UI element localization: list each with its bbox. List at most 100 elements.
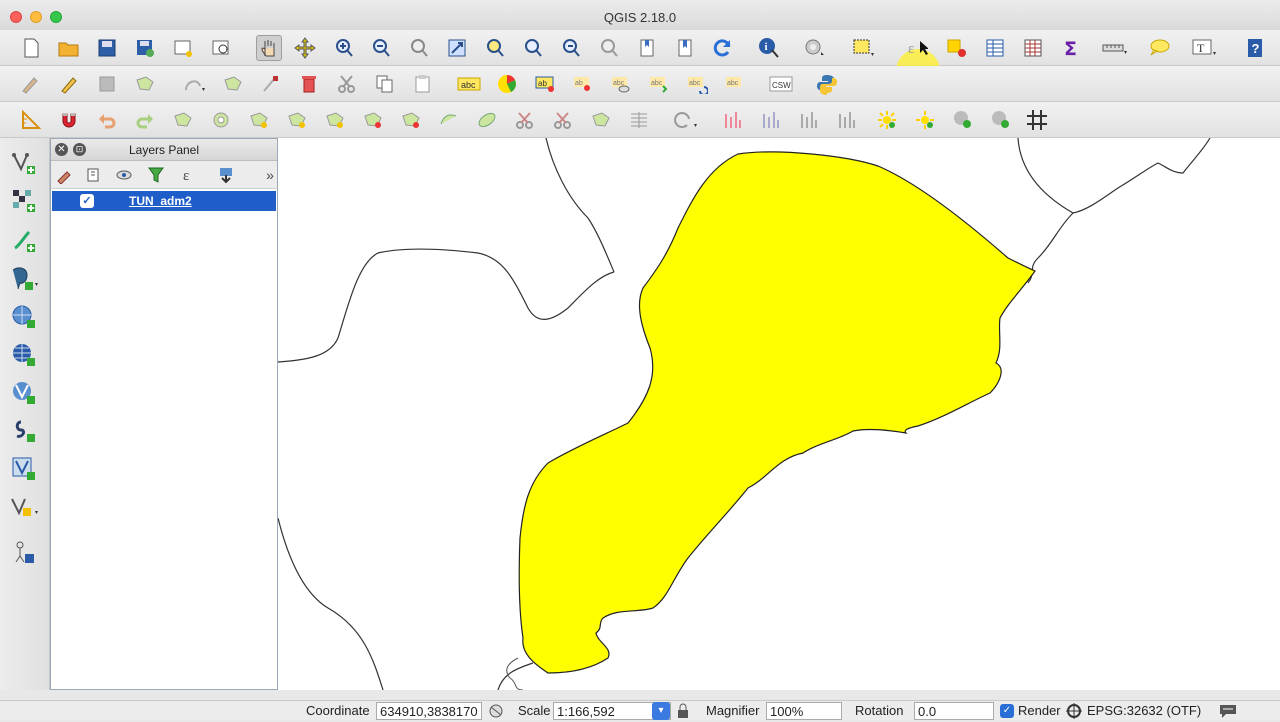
zoom-last-icon[interactable] bbox=[558, 35, 584, 61]
add-ellipse-icon[interactable] bbox=[950, 107, 976, 133]
run-feature-action-icon[interactable] bbox=[802, 35, 828, 61]
measure-line-icon[interactable] bbox=[1102, 35, 1128, 61]
help-icon[interactable]: ? bbox=[1242, 35, 1268, 61]
grid-icon[interactable] bbox=[1024, 107, 1050, 133]
add-circular-string-icon[interactable] bbox=[182, 71, 208, 97]
vertex-editor-icon[interactable] bbox=[796, 107, 822, 133]
toggle-editing-icon[interactable] bbox=[56, 71, 82, 97]
add-wcs-layer-icon[interactable] bbox=[7, 340, 41, 370]
save-layer-edits-icon[interactable] bbox=[94, 71, 120, 97]
magnifier-spinbox[interactable]: 100% bbox=[766, 702, 842, 720]
add-postgis-layer-icon[interactable] bbox=[7, 264, 41, 294]
add-part-icon[interactable] bbox=[246, 107, 272, 133]
advanced-digitizing-icon[interactable] bbox=[18, 107, 44, 133]
highlight-pinned-labels-icon[interactable]: ab bbox=[532, 71, 558, 97]
expand-all-icon[interactable] bbox=[217, 166, 235, 184]
manage-map-themes-icon[interactable] bbox=[115, 166, 133, 184]
zoom-in-icon[interactable] bbox=[331, 35, 357, 61]
render-checkbox[interactable]: ✓ bbox=[1000, 704, 1014, 718]
undo-icon[interactable] bbox=[94, 107, 120, 133]
zoom-next-icon[interactable] bbox=[596, 35, 622, 61]
current-edits-icon[interactable] bbox=[18, 71, 44, 97]
new-shapefile-layer-icon[interactable] bbox=[7, 492, 41, 522]
filter-legend-icon[interactable] bbox=[147, 166, 165, 184]
paste-features-icon[interactable] bbox=[410, 71, 436, 97]
pin-labels-icon[interactable]: ab bbox=[570, 71, 596, 97]
add-virtual-layer-icon[interactable] bbox=[7, 454, 41, 484]
rotate-feature-icon[interactable] bbox=[672, 107, 698, 133]
save-project-icon[interactable] bbox=[94, 35, 120, 61]
split-features-icon[interactable] bbox=[474, 107, 500, 133]
open-layer-styling-icon[interactable] bbox=[55, 166, 73, 184]
identify-features-icon[interactable]: i bbox=[756, 35, 782, 61]
split-parts-icon[interactable] bbox=[512, 107, 538, 133]
csw-icon[interactable]: CSW bbox=[768, 71, 794, 97]
delete-part-icon[interactable] bbox=[360, 107, 386, 133]
fill-ring-icon[interactable] bbox=[284, 107, 310, 133]
coordinate-field[interactable]: 634910,3838170 bbox=[376, 702, 482, 720]
zoom-to-selection-icon[interactable] bbox=[482, 35, 508, 61]
zoom-out-icon[interactable] bbox=[368, 35, 394, 61]
filter-by-expression-icon[interactable]: ε bbox=[181, 166, 199, 184]
composer-manager-icon[interactable] bbox=[208, 35, 234, 61]
layer-item-tun-adm2[interactable]: ✓ TUN_adm2 bbox=[52, 191, 276, 211]
rotate-point-symbols-icon[interactable] bbox=[626, 107, 652, 133]
snapping-icon[interactable] bbox=[56, 107, 82, 133]
move-label-icon[interactable]: abc bbox=[646, 71, 672, 97]
add-group-icon[interactable] bbox=[85, 166, 103, 184]
toggle-extents-icon[interactable] bbox=[487, 703, 507, 719]
merge-attributes-icon[interactable] bbox=[588, 107, 614, 133]
delete-selected-icon[interactable] bbox=[296, 71, 322, 97]
layer-labeling-icon[interactable]: abc bbox=[456, 71, 482, 97]
align-rasters-icon[interactable] bbox=[720, 107, 746, 133]
add-delimited-text-layer-icon[interactable] bbox=[7, 416, 41, 446]
merge-features-icon[interactable] bbox=[550, 107, 576, 133]
node-tool-icon[interactable] bbox=[258, 71, 284, 97]
crs-icon[interactable] bbox=[1066, 703, 1082, 722]
new-print-composer-icon[interactable] bbox=[170, 35, 196, 61]
add-vector-layer-icon[interactable] bbox=[7, 148, 41, 178]
redo-icon[interactable] bbox=[132, 107, 158, 133]
field-calculator-icon[interactable] bbox=[1020, 35, 1046, 61]
save-as-icon[interactable] bbox=[132, 35, 158, 61]
rotate-label-icon[interactable]: abc bbox=[684, 71, 710, 97]
open-attribute-table-icon[interactable] bbox=[982, 35, 1008, 61]
move-feature-icon[interactable] bbox=[220, 71, 246, 97]
add-ring-icon[interactable] bbox=[208, 107, 234, 133]
offset-curve-icon[interactable] bbox=[436, 107, 462, 133]
add-wms-layer-icon[interactable] bbox=[7, 302, 41, 332]
map-tips-icon[interactable] bbox=[1146, 35, 1172, 61]
show-bookmarks-icon[interactable] bbox=[672, 35, 698, 61]
zoom-to-layer-icon[interactable] bbox=[520, 35, 546, 61]
zoom-native-icon[interactable] bbox=[406, 35, 432, 61]
add-wfs-layer-icon[interactable] bbox=[7, 378, 41, 408]
show-hide-labels-icon[interactable]: abc bbox=[608, 71, 634, 97]
simplify-feature-icon[interactable] bbox=[170, 107, 196, 133]
new-bookmark-icon[interactable] bbox=[634, 35, 660, 61]
select-features-icon[interactable] bbox=[850, 35, 876, 61]
more-options-icon[interactable]: » bbox=[261, 166, 279, 184]
scale-lock-icon[interactable] bbox=[676, 703, 690, 722]
add-feature-icon[interactable] bbox=[132, 71, 158, 97]
change-label-icon[interactable]: abc bbox=[722, 71, 748, 97]
refresh-icon[interactable] bbox=[710, 35, 736, 61]
add-gps-layer-icon[interactable] bbox=[7, 538, 41, 568]
deselect-features-icon[interactable] bbox=[944, 35, 970, 61]
reshape-features-icon[interactable] bbox=[398, 107, 424, 133]
delete-ring-icon[interactable] bbox=[322, 107, 348, 133]
trace-icon[interactable] bbox=[758, 107, 784, 133]
copy-features-icon[interactable] bbox=[372, 71, 398, 97]
messages-icon[interactable] bbox=[1218, 703, 1238, 722]
layer-diagram-icon[interactable] bbox=[494, 71, 520, 97]
zoom-full-icon[interactable] bbox=[444, 35, 470, 61]
add-circle-icon[interactable] bbox=[988, 107, 1014, 133]
pan-to-selection-icon[interactable] bbox=[292, 35, 318, 61]
add-point-cloud-icon[interactable] bbox=[874, 107, 900, 133]
pan-map-icon[interactable] bbox=[256, 35, 282, 61]
crs-status[interactable]: EPSG:32632 (OTF) bbox=[1087, 703, 1201, 718]
new-project-icon[interactable] bbox=[18, 35, 44, 61]
add-highlight-icon[interactable] bbox=[912, 107, 938, 133]
scale-dropdown-icon[interactable]: ▾ bbox=[652, 702, 670, 720]
text-annotation-icon[interactable]: T bbox=[1192, 35, 1218, 61]
map-canvas[interactable] bbox=[278, 138, 1280, 690]
